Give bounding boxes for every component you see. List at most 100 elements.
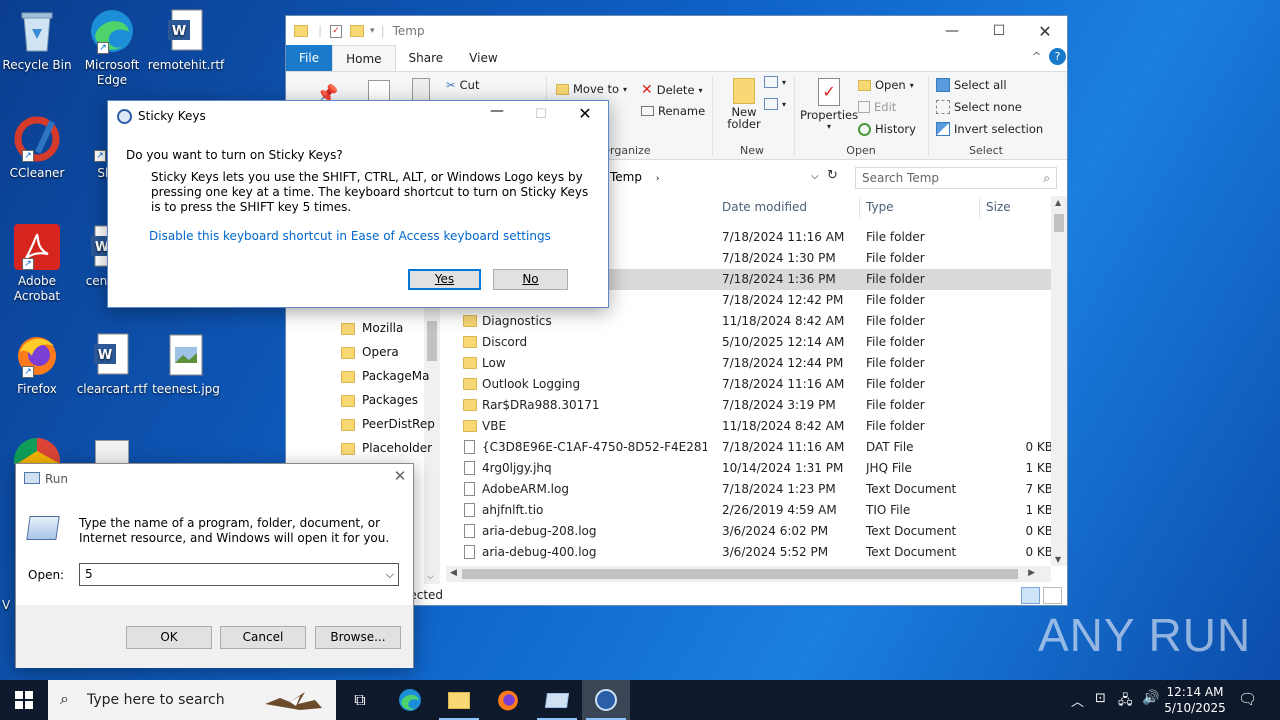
disable-shortcut-link[interactable]: Disable this keyboard shortcut in Ease o… xyxy=(149,229,551,243)
rename-button[interactable]: Rename xyxy=(641,104,705,118)
desktop-icon-sk[interactable]: ↗ Sk xyxy=(72,116,112,181)
system-clock[interactable]: 12:14 AM 5/10/2025 xyxy=(1164,684,1226,716)
table-row[interactable]: Low 7/18/2024 12:44 PM File folder xyxy=(451,353,1051,374)
cancel-button[interactable]: Cancel xyxy=(220,626,306,649)
properties-quick-icon[interactable]: ✓ xyxy=(330,24,343,38)
close-button[interactable]: ✕ xyxy=(386,467,414,485)
svg-text:W: W xyxy=(98,348,112,363)
select-all-icon xyxy=(936,78,950,92)
table-row[interactable]: Outlook Logging 7/18/2024 11:16 AM File fo… xyxy=(451,374,1051,395)
yes-button[interactable]: Yes xyxy=(408,269,481,290)
desktop-icon-cent[interactable]: W cent xyxy=(72,224,112,289)
taskbar-edge[interactable] xyxy=(386,680,434,720)
open-button[interactable]: Open ▾ xyxy=(858,78,914,92)
tab-file[interactable]: File xyxy=(286,45,333,71)
table-row[interactable]: Rar$DRa988.30171 7/18/2024 3:19 PM File fo… xyxy=(451,395,1051,416)
task-view-button[interactable]: ⧉ xyxy=(336,680,384,720)
taskbar-ease-of-access[interactable] xyxy=(582,680,630,720)
notifications-icon[interactable]: 🗨 xyxy=(1238,690,1257,708)
open-group-label: Open xyxy=(846,144,876,157)
properties-button[interactable]: ✓ Properties ▾ xyxy=(800,78,858,131)
volume-icon[interactable]: 🔊 xyxy=(1142,690,1159,706)
easy-access-button[interactable]: ▾ xyxy=(764,98,786,110)
column-size[interactable]: Size xyxy=(986,200,1011,214)
collapse-ribbon-icon[interactable]: ^ xyxy=(1032,50,1041,63)
chrome-icon[interactable] xyxy=(14,438,60,464)
no-button[interactable]: No xyxy=(493,269,568,290)
ok-button[interactable]: OK xyxy=(126,626,212,649)
file-size: 1 KB xyxy=(1025,461,1053,475)
table-row[interactable]: 4rg0ljgy.jhq 10/14/2024 1:31 PM JHQ File 1 … xyxy=(451,458,1053,479)
taskbar-file-explorer[interactable] xyxy=(435,680,483,720)
edit-button[interactable]: Edit xyxy=(858,100,896,114)
desktop-icon-ccleaner[interactable]: ↗ CCleaner xyxy=(0,116,77,181)
new-folder-quick-icon[interactable] xyxy=(350,25,365,37)
details-view-icon[interactable] xyxy=(1021,587,1040,604)
close-button[interactable]: ✕ xyxy=(570,104,600,123)
new-folder-button[interactable]: New folder xyxy=(724,78,764,130)
dropdown-chevron-icon[interactable]: ⌵ xyxy=(386,564,394,585)
select-all-button[interactable]: Select all xyxy=(936,78,1007,92)
desktop-icon-label: V xyxy=(2,598,11,612)
minimize-button[interactable]: — xyxy=(929,16,975,46)
maximize-button[interactable]: ☐ xyxy=(976,16,1022,46)
table-row[interactable]: {C3D8E96E-C1AF-4750-8D52-F4E28119C1... 7/… xyxy=(451,437,1053,458)
tab-home[interactable]: Home xyxy=(332,45,396,71)
table-row[interactable]: AdobeARM.log 7/18/2024 1:23 PM Text Docume… xyxy=(451,479,1053,500)
run-icon xyxy=(24,472,40,484)
help-icon[interactable]: ? xyxy=(1049,48,1066,65)
desktop-icon-remotehit[interactable]: W remotehit.rtf xyxy=(146,8,226,73)
desktop-icon-clearcart[interactable]: W clearcart.rtf xyxy=(72,332,152,397)
run-dialog[interactable]: Run ✕ Type the name of a program, folder… xyxy=(15,463,414,668)
tab-share[interactable]: Share xyxy=(396,45,457,71)
taskbar-run[interactable] xyxy=(533,680,581,720)
address-bar[interactable]: Temp › xyxy=(604,167,826,189)
search-input[interactable]: Search Temp ⌕ xyxy=(855,167,1057,189)
file-name: Outlook Logging xyxy=(482,377,581,391)
new-item-icon xyxy=(764,76,778,88)
delete-button[interactable]: ✕ Delete ▾ xyxy=(641,82,703,98)
table-row[interactable]: ahjfnlft.tio 2/26/2019 4:59 AM TIO File 1 K… xyxy=(451,500,1053,521)
invert-selection-button[interactable]: Invert selection xyxy=(936,122,1043,136)
close-button[interactable]: ✕ xyxy=(1022,16,1068,46)
table-row[interactable]: Discord 5/10/2025 12:14 AM File folder xyxy=(451,332,1051,353)
table-row[interactable]: Diagnostics 11/18/2024 8:42 AM File folder xyxy=(451,311,1051,332)
list-horizontal-scrollbar[interactable]: ◀ ▶ xyxy=(446,566,1051,582)
tab-view[interactable]: View xyxy=(456,45,510,71)
file-name: Discord xyxy=(482,335,528,349)
new-item-button[interactable]: ▾ xyxy=(764,76,786,88)
desktop-icon-recycle-bin[interactable]: Recycle Bin xyxy=(0,8,77,73)
desktop-icon-edge[interactable]: ↗ Microsoft Edge xyxy=(72,8,152,88)
large-icons-view-icon[interactable] xyxy=(1043,587,1062,604)
start-button[interactable] xyxy=(0,680,48,720)
device-icon[interactable]: ⊡ xyxy=(1095,691,1106,706)
column-type[interactable]: Type xyxy=(866,200,894,214)
move-to-button[interactable]: Move to ▾ xyxy=(556,82,627,96)
desktop-icon-acrobat[interactable]: ↗ Adobe Acrobat xyxy=(0,224,77,304)
file-icon[interactable] xyxy=(95,440,129,464)
ccleaner-icon: ↗ xyxy=(14,116,60,162)
list-vertical-scrollbar[interactable]: ▲ ▼ xyxy=(1051,196,1067,566)
history-button[interactable]: History xyxy=(858,122,916,136)
table-row[interactable]: aria-debug-208.log 3/6/2024 6:02 PM Text D… xyxy=(451,521,1053,542)
folder-icon xyxy=(341,323,355,335)
open-input[interactable]: 5 ⌵ xyxy=(79,563,399,586)
folder-icon xyxy=(463,399,477,411)
address-dropdown-icon[interactable]: ⌵ xyxy=(811,171,819,182)
refresh-icon[interactable]: ↻ xyxy=(827,168,838,183)
minimize-button[interactable]: — xyxy=(482,103,512,119)
select-none-button[interactable]: Select none xyxy=(936,100,1022,114)
desktop-icon-teenest[interactable]: teenest.jpg xyxy=(146,332,226,397)
cut-button[interactable]: ✂ Cut xyxy=(446,78,479,92)
taskbar-firefox[interactable] xyxy=(484,680,532,720)
desktop-icon-firefox[interactable]: ↗ Firefox xyxy=(0,332,77,397)
taskbar-search-box[interactable]: ⌕ Type here to search xyxy=(48,680,336,720)
sticky-keys-dialog[interactable]: Sticky Keys — ☐ ✕ Do you want to turn on… xyxy=(107,100,609,308)
show-hidden-icons-chevron-icon[interactable]: ︿ xyxy=(1071,691,1084,710)
column-date-modified[interactable]: Date modified xyxy=(722,200,807,214)
network-icon[interactable]: 🖧 xyxy=(1118,691,1133,713)
customize-quick-access-icon[interactable]: ▾ xyxy=(370,26,375,36)
table-row[interactable]: VBE 11/18/2024 8:42 AM File folder xyxy=(451,416,1051,437)
table-row[interactable]: aria-debug-400.log 3/6/2024 5:52 PM Text D… xyxy=(451,542,1053,563)
browse-button[interactable]: Browse... xyxy=(315,626,401,649)
